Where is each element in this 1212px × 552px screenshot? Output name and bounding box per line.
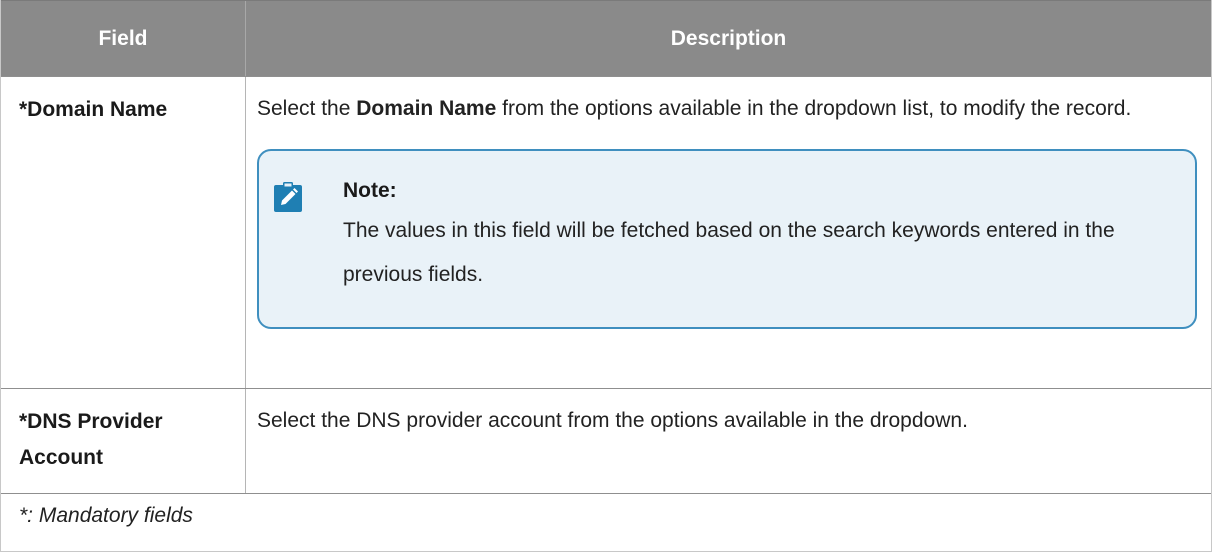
field-name: *Domain Name [1,77,246,388]
note-title: Note: [343,179,397,202]
table-header: Field Description [1,0,1211,76]
description-bold: Domain Name [356,97,497,120]
header-description: Description [670,26,787,50]
field-description: Select the Domain Name from the options … [246,77,1211,388]
note-callout: Note: The values in this field will be f… [257,149,1197,329]
description-text-end: from the options available in the dropdo… [496,97,1132,120]
note-text: The values in this field will be fetched… [343,219,1115,286]
description-text: Select the [257,97,357,120]
fields-table: Field Description *Domain Name Select th… [0,0,1212,552]
field-description: Select the DNS provider account from the… [257,409,968,432]
field-name: *DNS Provider Account [1,389,246,493]
note-pencil-icon [273,181,303,213]
table-footnote: *: Mandatory fields [1,493,1211,552]
header-field: Field [1,1,246,76]
table-row: *Domain Name Select the Domain Name from… [1,76,1211,388]
table-row: *DNS Provider Account Select the DNS pro… [1,388,1211,493]
